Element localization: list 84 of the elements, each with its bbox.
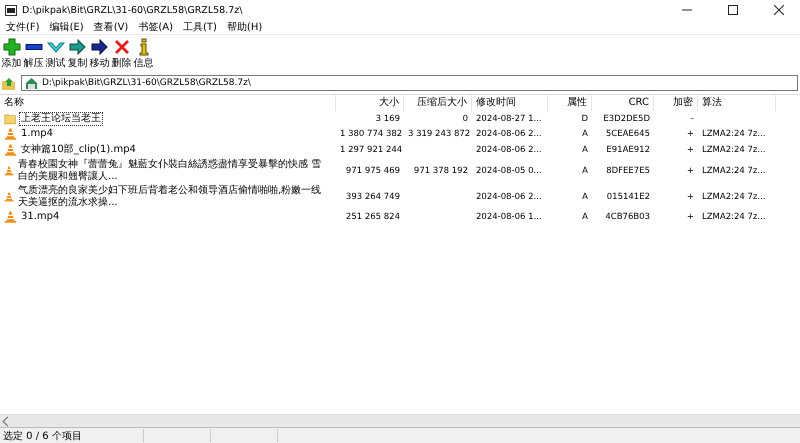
table-cell-text: 0 bbox=[462, 114, 469, 124]
window-title: D:\pikpak\Bit\GRZL\31-60\GRZL58\GRZL58.7z\ bbox=[22, 4, 244, 16]
column-header[interactable]: CRC bbox=[592, 95, 654, 111]
table-cell-text: 3 319 243 872 bbox=[407, 129, 472, 140]
address-field[interactable]: D:\pikpak\Bit\GRZL\31-60\GRZL58\GRZL58.7z\ bbox=[21, 75, 798, 91]
column-header[interactable]: 属性 bbox=[548, 95, 592, 111]
table-cell-text: LZMA2:24 7z... bbox=[701, 129, 766, 140]
menu-item[interactable]: 工具(T) bbox=[183, 20, 217, 34]
toolbar-button[interactable]: 添加 bbox=[1, 38, 22, 70]
table-cell-text: + bbox=[686, 166, 695, 176]
table-cell-text: LZMA2:24 7z... bbox=[701, 144, 766, 155]
table-cell-text: + bbox=[686, 129, 695, 140]
table-cell-text: LZMA2:24 7z... bbox=[701, 192, 766, 202]
table-cell-text: 2024-08-06 2... bbox=[475, 144, 543, 155]
table-cell-text: 5CEAE645 bbox=[604, 129, 651, 140]
table-cell-text: A bbox=[581, 192, 589, 202]
table-cell-text: 971 378 192 bbox=[412, 166, 469, 176]
column-header[interactable]: 名称 bbox=[0, 95, 336, 111]
table-cell-text: 1 297 921 244 bbox=[339, 144, 404, 155]
maximize-icon[interactable] bbox=[728, 5, 738, 15]
close-icon[interactable] bbox=[774, 5, 784, 15]
table-cell-text: 2024-08-06 1... bbox=[475, 212, 543, 222]
table-cell-text: + bbox=[686, 144, 695, 155]
file-name[interactable]: 31.mp4 bbox=[19, 210, 62, 224]
cone-icon bbox=[4, 190, 14, 204]
column-header[interactable]: 修改时间 bbox=[472, 95, 548, 111]
menu-item[interactable]: 帮助(H) bbox=[226, 20, 262, 34]
toolbar-button[interactable]: 解压 bbox=[23, 38, 44, 70]
table-cell-text: 393 264 749 bbox=[344, 192, 401, 202]
table-cell-text: 2024-08-05 0... bbox=[475, 166, 543, 176]
table-cell-text: A bbox=[581, 212, 589, 222]
cone-icon bbox=[4, 127, 17, 142]
arrow-icon bbox=[90, 38, 108, 56]
plus-icon bbox=[2, 38, 20, 56]
toolbar-button[interactable]: 信息 bbox=[133, 38, 154, 70]
table-cell-text: 971 975 469 bbox=[344, 166, 401, 176]
toolbar-button[interactable]: 删除 bbox=[111, 38, 132, 70]
column-header[interactable]: 大小 bbox=[336, 95, 404, 111]
menu-item[interactable]: 书签(A) bbox=[138, 20, 173, 34]
table-cell-text: 8DFEE7E5 bbox=[605, 166, 651, 176]
table-cell-text: 4CB76B03 bbox=[604, 212, 651, 222]
table-cell-text: + bbox=[686, 192, 695, 202]
table-cell-text: 251 265 824 bbox=[344, 212, 401, 222]
status-text: 选定 0 / 6 个项目 bbox=[2, 430, 83, 442]
table-cell-text: A bbox=[581, 144, 589, 155]
column-header[interactable]: 加密 bbox=[654, 95, 698, 111]
arrow-icon bbox=[68, 38, 86, 56]
column-header[interactable]: 算法 bbox=[698, 95, 776, 111]
table-cell-text: 1 380 774 382 bbox=[339, 129, 404, 140]
file-name[interactable]: 青春校園女神『蕾蕾兔』魅藍女仆裝白絲誘惑盡情享受暴擊的快感 雪白的美腿和翹臀讓人... bbox=[16, 158, 332, 184]
table-cell-text: E91AE912 bbox=[605, 144, 651, 155]
table-cell-text: A bbox=[581, 166, 589, 176]
table-cell-text: 015141E2 bbox=[606, 192, 651, 202]
table-cell-text: - bbox=[690, 114, 695, 124]
table-cell-text: D bbox=[580, 114, 589, 124]
table-cell-text: LZMA2:24 7z... bbox=[701, 166, 766, 176]
file-name[interactable]: 上老王论坛当老王 bbox=[19, 112, 103, 126]
menu-item[interactable]: 文件(F) bbox=[6, 20, 40, 34]
toolbar-button[interactable]: 移动 bbox=[89, 38, 110, 70]
cone-icon bbox=[4, 142, 17, 157]
horizontal-scrollbar[interactable] bbox=[0, 414, 800, 427]
file-name[interactable]: 气质漂亮的良家美少妇下班后背着老公和领导酒店偷情啪啪,粉嫩一线天美逼抠的流水求操... bbox=[16, 184, 332, 210]
up-folder-icon[interactable] bbox=[2, 76, 16, 90]
folder-icon bbox=[4, 112, 17, 126]
menu-item[interactable]: 查看(V) bbox=[94, 20, 128, 34]
table-cell-text: LZMA2:24 7z... bbox=[701, 212, 766, 222]
file-name[interactable]: 1.mp4 bbox=[19, 127, 55, 142]
cone-icon bbox=[4, 164, 14, 178]
toolbar-button[interactable]: 测试 bbox=[45, 38, 66, 70]
cross-icon bbox=[112, 38, 130, 56]
app-icon bbox=[5, 4, 17, 16]
table-cell-text: + bbox=[686, 212, 695, 222]
minus-icon bbox=[24, 43, 42, 51]
table-cell-text: 2024-08-06 2... bbox=[475, 192, 543, 202]
file-name[interactable]: 女神篇10部_clip(1).mp4 bbox=[19, 142, 138, 157]
table-cell-text: 2024-08-06 2... bbox=[475, 129, 543, 140]
table-cell-text: 3 169 bbox=[374, 114, 401, 124]
table-cell-text: 2024-08-27 1... bbox=[475, 114, 543, 124]
column-header[interactable]: 压缩后大小 bbox=[404, 95, 472, 111]
cone-icon bbox=[4, 210, 17, 224]
menu-item[interactable]: 编辑(E) bbox=[50, 20, 84, 34]
table-cell-text: A bbox=[581, 129, 589, 140]
toolbar-button[interactable]: 复制 bbox=[67, 38, 88, 70]
table-cell-text: E3D2DE5D bbox=[602, 114, 651, 124]
